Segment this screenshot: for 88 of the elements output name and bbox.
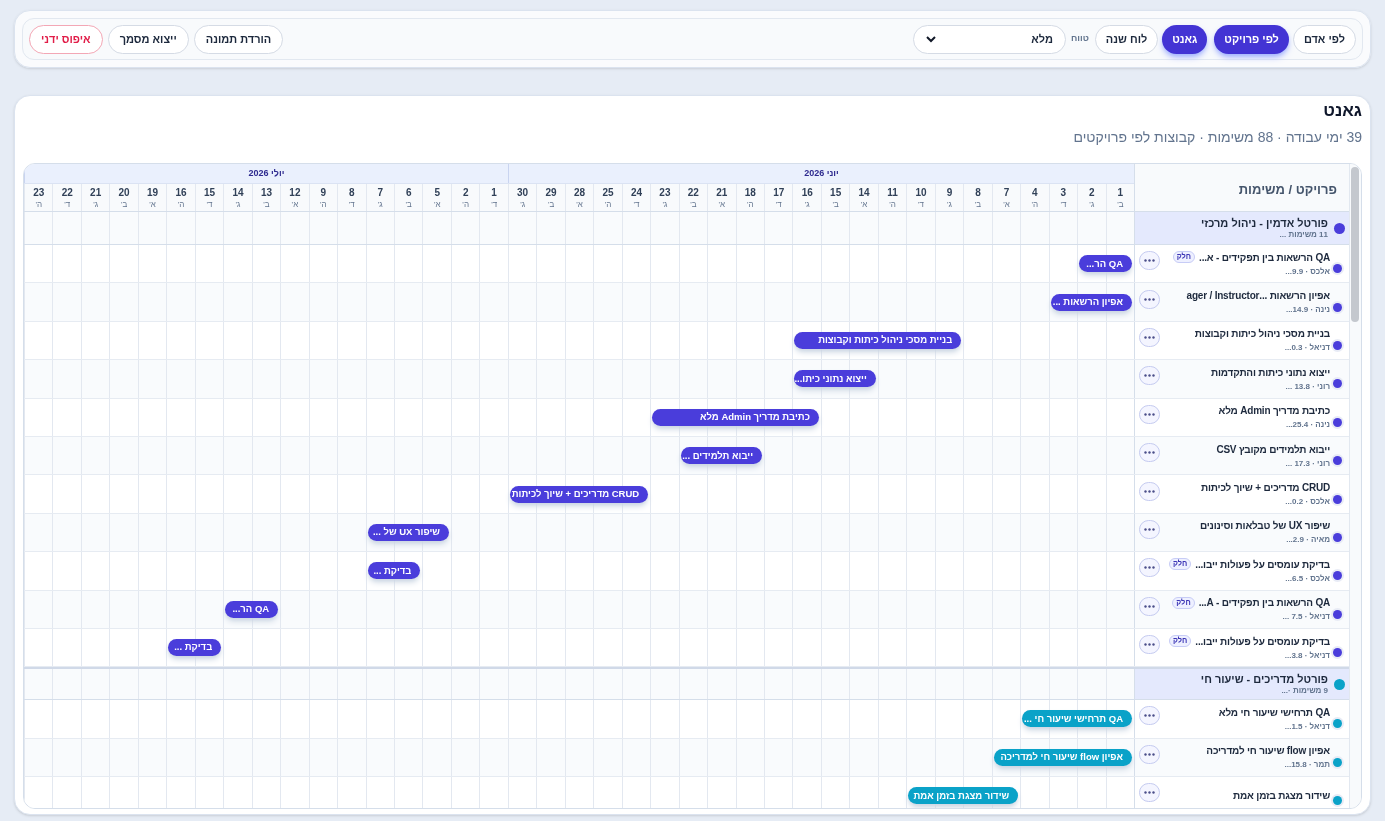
tab[interactable]: לפי פרויקט	[1214, 24, 1289, 54]
task-name[interactable]: בניית מסכי ניהול כיתות וקבוצות	[1194, 327, 1330, 341]
month-label: יוני 2026	[804, 166, 839, 180]
month-label: יולי 2026	[248, 166, 285, 180]
more-icon	[1144, 527, 1155, 531]
task-name[interactable]: QA הרשאות בין תפקידים - א...	[1199, 250, 1330, 264]
task-name[interactable]: CRUD מדריכים + שיוך לכיתות	[1201, 481, 1330, 495]
tab[interactable]: לפי אדם	[1292, 24, 1356, 54]
panel-subtitle: 39 ימי עבודה · 88 משימות · קבוצות לפי פרויקטים	[1072, 128, 1362, 146]
group-meta: 11 משימות ...	[1278, 229, 1328, 240]
panel-title: גאנט	[1322, 101, 1362, 121]
chevron-down-icon	[925, 35, 936, 43]
more-button[interactable]	[1139, 635, 1160, 655]
more-button[interactable]	[1139, 481, 1160, 501]
more-icon	[1144, 604, 1155, 608]
task-name[interactable]: כתיבת מדריך Admin מלא	[1218, 404, 1330, 418]
group-header[interactable]: פורטל אדמין - ניהול מרכזי 11 משימות ...	[1134, 212, 1349, 244]
more-icon	[1144, 259, 1155, 263]
action-button[interactable]: ייצוא מסמך	[107, 24, 189, 54]
tab[interactable]: גאנט	[1162, 24, 1208, 54]
task-meta: אלכס · 6.5...	[1284, 573, 1330, 584]
more-button[interactable]	[1139, 366, 1160, 386]
task-meta: נינה · 14.9...	[1284, 305, 1330, 316]
task-name[interactable]: שידור מצגת בזמן אמת	[1233, 789, 1330, 803]
more-button[interactable]	[1139, 404, 1160, 424]
more-icon	[1144, 374, 1155, 378]
more-button[interactable]	[1139, 519, 1160, 539]
range-select[interactable]: מלא	[912, 24, 1066, 54]
more-icon	[1144, 643, 1155, 647]
task-name[interactable]: QA הרשאות בין תפקידים - A...	[1198, 596, 1330, 610]
task-bar[interactable]: אפיון הרשאות ...	[1050, 293, 1132, 311]
more-icon	[1144, 412, 1155, 416]
task-bar[interactable]: QA הר...	[1079, 255, 1132, 273]
tab[interactable]: לוח שנה	[1094, 24, 1159, 54]
scrollbar-thumb[interactable]	[1351, 167, 1359, 322]
column-header: פרויקט / משימות	[1238, 180, 1337, 199]
group-name: פורטל מדריכים - שיעור חי	[1200, 672, 1328, 686]
more-icon	[1144, 335, 1155, 339]
task-bar[interactable]: ייצוא נתוני כיתו...	[794, 370, 876, 388]
task-meta: דניאל · 0.3...	[1283, 343, 1330, 354]
group-meta: 9 משימות ·...	[1280, 685, 1328, 696]
more-button[interactable]	[1139, 596, 1160, 616]
more-button[interactable]	[1139, 443, 1160, 463]
task-name[interactable]: שיפור UX של טבלאות וסינונים	[1199, 519, 1330, 533]
action-button[interactable]: הורדת תמונה	[193, 24, 284, 54]
task-meta: אלכס · 9.9...	[1284, 266, 1330, 277]
range-label: טווח	[1070, 32, 1089, 46]
task-name[interactable]: ייצוא נתוני כיתות והתקדמות	[1211, 365, 1330, 379]
task-bar[interactable]: בדיקת ...	[168, 639, 222, 657]
task-bar[interactable]: שיפור UX של ...	[367, 523, 449, 541]
more-button[interactable]	[1139, 558, 1160, 578]
task-bar[interactable]: ייבוא תלמידים ...	[680, 447, 762, 465]
task-bar[interactable]: בניית מסכי ניהול כיתות וקבוצות	[794, 331, 962, 349]
task-meta: אלכס · 0.2...	[1284, 497, 1330, 508]
more-icon	[1144, 451, 1155, 455]
task-meta: דניאל · 7.5 ...	[1281, 612, 1330, 623]
more-icon	[1144, 297, 1155, 301]
task-meta: מאיה · 2.9...	[1285, 535, 1330, 546]
task-meta: נינה · 25.4...	[1284, 420, 1330, 431]
more-button[interactable]	[1139, 706, 1160, 726]
task-name[interactable]: בדיקת עומסים על פעולות ייבו...	[1195, 634, 1330, 648]
task-meta: רוני · 17.3 ...	[1284, 458, 1330, 469]
more-icon	[1144, 489, 1155, 493]
group-name: פורטל אדמין - ניהול מרכזי	[1200, 216, 1328, 230]
task-meta: דניאל · 3.8...	[1283, 650, 1330, 661]
more-icon	[1144, 714, 1155, 718]
task-bar[interactable]: כתיבת מדריך Admin מלא	[652, 408, 819, 426]
more-icon	[1144, 566, 1155, 570]
task-bar[interactable]: CRUD מדריכים + שיוך לכיתות	[509, 485, 649, 503]
more-icon	[1144, 791, 1155, 795]
task-name[interactable]: ייבוא תלמידים מקובץ CSV	[1216, 442, 1330, 456]
task-meta: תמר · 15.8...	[1283, 760, 1330, 771]
task-name[interactable]: אפיון הרשאות ...ager / Instructor	[1186, 289, 1330, 303]
task-meta: רוני · 13.8 ...	[1284, 381, 1330, 392]
task-meta: דניאל · 1.5...	[1283, 722, 1330, 732]
task-name[interactable]: בדיקת עומסים על פעולות ייבו...	[1195, 557, 1330, 571]
group-header[interactable]: פורטל מדריכים - שיעור חי 9 משימות ·...	[1134, 669, 1349, 700]
more-button[interactable]	[1139, 783, 1160, 803]
task-name[interactable]: אפיון flow שיעור חי למדריכה	[1206, 744, 1330, 758]
more-button[interactable]	[1139, 327, 1160, 347]
task-name[interactable]: QA תרחישי שיעור חי מלא	[1218, 706, 1330, 719]
action-button[interactable]: איפוס ידני	[29, 24, 103, 54]
task-bar[interactable]: בדיקת ...	[367, 562, 421, 580]
more-button[interactable]	[1139, 251, 1160, 271]
task-bar[interactable]: QA הר...	[225, 600, 279, 618]
more-icon	[1144, 752, 1155, 756]
more-button[interactable]	[1139, 744, 1160, 764]
more-button[interactable]	[1139, 289, 1160, 309]
